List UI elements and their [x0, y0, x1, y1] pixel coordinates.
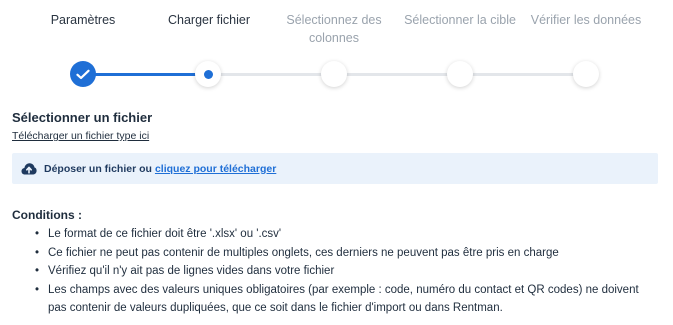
current-step-dot — [203, 69, 213, 79]
step-circle-verifier-donnees — [573, 61, 599, 87]
condition-item: Le format de ce fichier doit être '.xlsx… — [12, 225, 652, 244]
conditions-title: Conditions : — [12, 208, 82, 222]
import-stepper: Paramètres Charger fichier Sélectionnez … — [0, 0, 673, 100]
step-label-selectionner-cible: Sélectionner la cible — [404, 13, 516, 27]
condition-item: Vérifiez qu'il n'y ait pas de lignes vid… — [12, 262, 652, 281]
download-template-link[interactable]: Télécharger un fichier type ici — [12, 130, 149, 142]
file-dropzone[interactable]: Déposer un fichier ou cliquez pour téléc… — [12, 153, 658, 184]
condition-item: Ce fichier ne peut pas contenir de multi… — [12, 244, 652, 263]
select-file-title: Sélectionner un fichier — [12, 110, 153, 125]
step-label-selectionnez-colonnes: Sélectionnez des colonnes — [286, 13, 382, 45]
step-label-verifier-donnees: Vérifier les données — [530, 13, 642, 27]
step-connector-2 — [208, 73, 334, 76]
step-label-charger-fichier: Charger fichier — [168, 13, 250, 27]
step-circle-selectionnez-colonnes — [321, 61, 347, 87]
cloud-upload-icon — [21, 162, 37, 176]
step-connector-4 — [460, 73, 586, 76]
condition-item: Les champs avec des valeurs uniques obli… — [12, 281, 652, 318]
step-circle-charger-fichier[interactable] — [195, 61, 221, 87]
click-to-upload-link[interactable]: cliquez pour télécharger — [155, 163, 276, 175]
conditions-list: Le format de ce fichier doit être '.xlsx… — [12, 225, 652, 318]
step-connector-3 — [334, 73, 460, 76]
step-connector-1 — [83, 73, 208, 76]
step-label-parametres: Paramètres — [50, 13, 116, 27]
step-circle-selectionner-cible — [447, 61, 473, 87]
step-circle-parametres[interactable] — [70, 61, 96, 87]
dropzone-text: Déposer un fichier ou — [44, 162, 152, 175]
check-icon — [76, 69, 90, 79]
